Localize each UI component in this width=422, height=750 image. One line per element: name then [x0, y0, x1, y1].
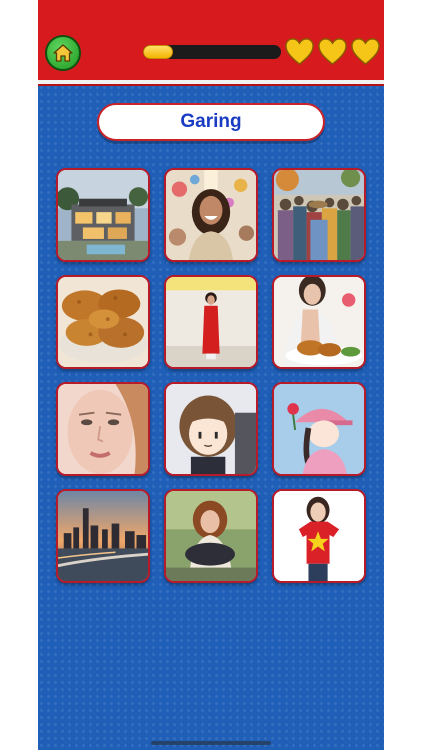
home-indicator [151, 741, 271, 745]
picture-tile-red-ao-dai[interactable] [164, 275, 258, 369]
picture-grid [56, 168, 366, 583]
picture-tile-refuse-chicken[interactable] [272, 275, 366, 369]
picture-tile-city-sunset[interactable] [56, 489, 150, 583]
heart-icon [351, 38, 380, 66]
picture-tile-cartoon-cap[interactable] [272, 382, 366, 476]
picture-tile-face[interactable] [56, 382, 150, 476]
picture-tile-fried-chicken[interactable] [56, 275, 150, 369]
lives-hearts [284, 36, 381, 67]
progress-fill [143, 45, 174, 59]
word-title: Garing [97, 103, 325, 141]
progress-bar [143, 45, 281, 59]
heart-icon [318, 38, 347, 66]
home-icon [53, 44, 73, 62]
picture-tile-laughing-woman[interactable] [164, 168, 258, 262]
picture-tile-red-star-shirt[interactable] [272, 489, 366, 583]
picture-tile-sad-woman[interactable] [164, 489, 258, 583]
game-screen: Garing [38, 0, 384, 750]
picture-tile-crowd[interactable] [272, 168, 366, 262]
heart-icon [285, 38, 314, 66]
picture-tile-anime-girl[interactable] [164, 382, 258, 476]
picture-tile-house[interactable] [56, 168, 150, 262]
home-button[interactable] [45, 35, 81, 71]
top-bar [38, 0, 384, 84]
